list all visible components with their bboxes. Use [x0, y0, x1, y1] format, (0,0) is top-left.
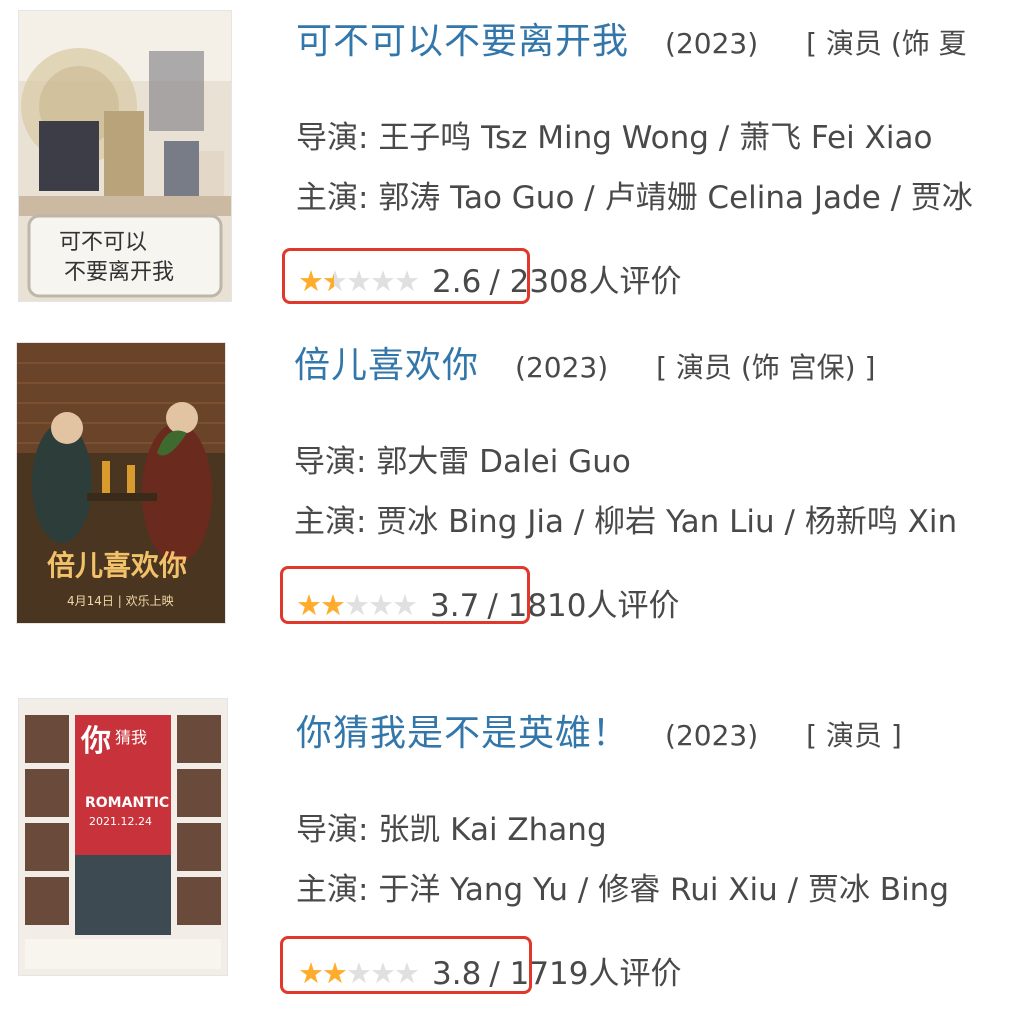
director-label: 导演:	[296, 812, 379, 848]
movie-poster[interactable]: 可不可以 不要离开我	[18, 10, 232, 302]
director-label: 导演:	[296, 120, 379, 156]
director-names: 王子鸣 Tsz Ming Wong / 萧飞 Fei Xiao	[378, 120, 933, 156]
svg-text:不要离开我: 不要离开我	[64, 260, 174, 285]
movie-poster[interactable]: 你 猜我 ROMANTIC 2021.12.24	[18, 698, 228, 976]
svg-text:4月14日 | 欢乐上映: 4月14日 | 欢乐上映	[67, 593, 174, 608]
svg-text:2021.12.24: 2021.12.24	[89, 815, 152, 828]
movie-poster[interactable]: 倍儿喜欢你 4月14日 | 欢乐上映	[16, 342, 226, 624]
movie-year: (2023)	[515, 351, 609, 384]
director-line: 导演: 张凯 Kai Zhang	[296, 804, 607, 849]
director-label: 导演:	[294, 444, 377, 480]
movie-title-link[interactable]: 你猜我是不是英雄！	[296, 713, 629, 754]
svg-text:ROMANTIC: ROMANTIC	[85, 795, 169, 811]
movie-role: [ 演员 (饰 夏	[806, 27, 967, 60]
movie-year: (2023)	[665, 719, 759, 752]
cast-names: 于洋 Yang Yu / 修睿 Rui Xiu / 贾冰 Bing	[378, 872, 950, 908]
cast-line: 主演: 郭涛 Tao Guo / 卢靖姗 Celina Jade / 贾冰	[296, 172, 973, 217]
cast-names: 贾冰 Bing Jia / 柳岩 Yan Liu / 杨新鸣 Xin	[376, 504, 958, 540]
svg-text:猜我: 猜我	[115, 728, 147, 747]
movie-entry: 倍儿喜欢你 4月14日 | 欢乐上映 倍儿喜欢你 (2023) [ 演员 (饰 宫保…	[0, 330, 1024, 660]
director-names: 郭大雷 Dalei Guo	[376, 444, 631, 480]
director-line: 导演: 王子鸣 Tsz Ming Wong / 萧飞 Fei Xiao	[296, 112, 932, 157]
poster-image: 你 猜我 ROMANTIC 2021.12.24	[19, 699, 227, 975]
svg-text:你: 你	[80, 724, 111, 759]
cast-label: 主演:	[294, 504, 377, 540]
poster-image: 倍儿喜欢你 4月14日 | 欢乐上映	[17, 343, 225, 623]
cast-label: 主演:	[296, 872, 379, 908]
movie-title-link[interactable]: 可不可以不要离开我	[296, 21, 629, 62]
score-highlight-box	[282, 248, 530, 304]
cast-line: 主演: 于洋 Yang Yu / 修睿 Rui Xiu / 贾冰 Bing	[296, 864, 949, 909]
title-line: 倍儿喜欢你 (2023) [ 演员 (饰 宫保) ]	[294, 336, 875, 388]
movie-entry: 可不可以 不要离开我 可不可以不要离开我 (2023)[ 演员 (饰 夏 导演: …	[0, 0, 1024, 330]
movie-role: [ 演员 ]	[806, 719, 902, 752]
title-line: 你猜我是不是英雄！ (2023) [ 演员 ]	[296, 704, 902, 756]
movie-year: (2023)	[665, 27, 759, 60]
score-highlight-box	[280, 936, 532, 994]
cast-line: 主演: 贾冰 Bing Jia / 柳岩 Yan Liu / 杨新鸣 Xin	[294, 496, 957, 541]
svg-text:可不可以: 可不可以	[59, 230, 147, 255]
movie-title-link[interactable]: 倍儿喜欢你	[294, 345, 479, 386]
director-line: 导演: 郭大雷 Dalei Guo	[294, 436, 631, 481]
movie-role: [ 演员 (饰 宫保) ]	[656, 351, 876, 384]
svg-text:倍儿喜欢你: 倍儿喜欢你	[47, 549, 187, 582]
director-names: 张凯 Kai Zhang	[378, 812, 607, 848]
movie-entry: 你 猜我 ROMANTIC 2021.12.24 你猜我是不是英雄！ (2023)…	[0, 690, 1024, 1020]
poster-image: 可不可以 不要离开我	[19, 11, 231, 301]
cast-label: 主演:	[296, 180, 379, 216]
cast-names: 郭涛 Tao Guo / 卢靖姗 Celina Jade / 贾冰	[378, 180, 973, 216]
title-line: 可不可以不要离开我 (2023) [ 演员 (饰 夏	[296, 12, 967, 64]
score-highlight-box	[280, 566, 530, 624]
